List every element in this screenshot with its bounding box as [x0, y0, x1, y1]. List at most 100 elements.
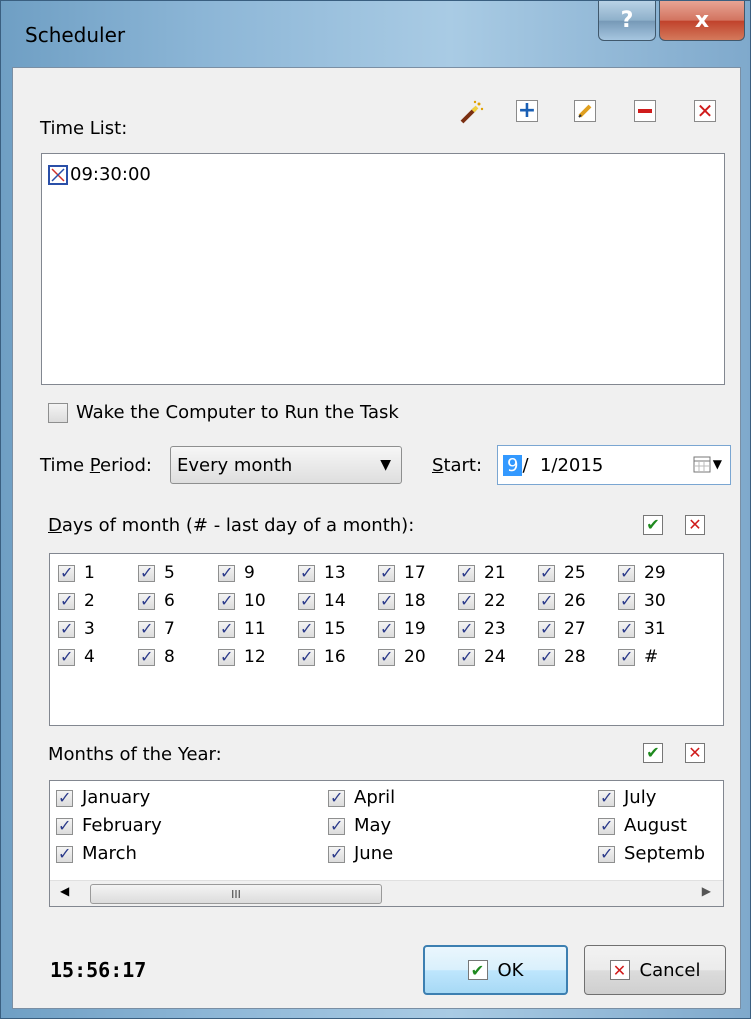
checkbox-icon[interactable]: [378, 562, 395, 584]
cancel-button[interactable]: ✕ Cancel: [584, 945, 726, 995]
scroll-left-icon[interactable]: ◀: [60, 884, 69, 898]
day-checkbox[interactable]: 29: [618, 562, 666, 584]
days-uncheck-all-button[interactable]: ✕: [685, 514, 705, 535]
month-checkbox[interactable]: May: [328, 815, 391, 837]
scroll-thumb[interactable]: III: [90, 884, 382, 904]
months-check-all-button[interactable]: ✔: [643, 742, 663, 763]
day-checkbox[interactable]: 20: [378, 646, 426, 668]
checkbox-icon[interactable]: [138, 646, 155, 668]
checkbox-icon[interactable]: [56, 843, 73, 865]
month-checkbox[interactable]: June: [328, 843, 393, 865]
day-checkbox[interactable]: 28: [538, 646, 586, 668]
day-checkbox[interactable]: 21: [458, 562, 506, 584]
checkbox-icon[interactable]: [298, 590, 315, 612]
day-checkbox[interactable]: 16: [298, 646, 346, 668]
day-checkbox[interactable]: 23: [458, 618, 506, 640]
add-icon[interactable]: +: [516, 100, 540, 124]
calendar-dropdown-icon[interactable]: ▼: [693, 455, 722, 473]
date-month-segment[interactable]: 9: [503, 454, 523, 476]
checkbox-icon[interactable]: [378, 590, 395, 612]
days-list[interactable]: 1234567891011121314151617181920212223242…: [49, 553, 724, 726]
day-checkbox[interactable]: 19: [378, 618, 426, 640]
ok-button[interactable]: ✔ OK: [423, 945, 568, 995]
day-checkbox[interactable]: 12: [218, 646, 266, 668]
month-checkbox[interactable]: Septemb: [598, 843, 705, 865]
time-period-select[interactable]: Every month ▼: [170, 446, 402, 484]
month-checkbox[interactable]: March: [56, 843, 137, 865]
checkbox-icon[interactable]: [138, 590, 155, 612]
checkbox-icon[interactable]: [328, 787, 345, 809]
remove-icon[interactable]: [634, 100, 658, 124]
checkbox-icon[interactable]: [58, 646, 75, 668]
checkbox-icon[interactable]: [218, 590, 235, 612]
checkbox-icon[interactable]: [218, 646, 235, 668]
wake-checkbox[interactable]: [48, 402, 68, 423]
wizard-icon[interactable]: [458, 100, 484, 124]
day-checkbox[interactable]: 1: [58, 562, 95, 584]
day-checkbox[interactable]: 30: [618, 590, 666, 612]
checkbox-icon[interactable]: [138, 618, 155, 640]
checkbox-icon[interactable]: [618, 562, 635, 584]
day-checkbox[interactable]: 17: [378, 562, 426, 584]
day-checkbox[interactable]: 10: [218, 590, 266, 612]
checkbox-icon[interactable]: [538, 590, 555, 612]
checkbox-icon[interactable]: [598, 815, 615, 837]
day-checkbox[interactable]: 8: [138, 646, 175, 668]
date-rest[interactable]: / 1/2015: [522, 455, 603, 476]
day-checkbox[interactable]: 26: [538, 590, 586, 612]
month-checkbox[interactable]: April: [328, 787, 395, 809]
horizontal-scrollbar[interactable]: ◀ III ▶: [50, 880, 723, 906]
delete-all-icon[interactable]: ✕: [694, 100, 718, 124]
checkbox-icon[interactable]: [58, 618, 75, 640]
days-check-all-button[interactable]: ✔: [643, 514, 663, 535]
day-checkbox[interactable]: 5: [138, 562, 175, 584]
month-checkbox[interactable]: January: [56, 787, 150, 809]
checkbox-icon[interactable]: [458, 618, 475, 640]
checkbox-icon[interactable]: [598, 843, 615, 865]
day-checkbox[interactable]: 18: [378, 590, 426, 612]
day-checkbox[interactable]: 11: [218, 618, 266, 640]
close-button[interactable]: x: [659, 1, 745, 41]
day-checkbox[interactable]: 2: [58, 590, 95, 612]
day-checkbox[interactable]: 24: [458, 646, 506, 668]
checkbox-icon[interactable]: [378, 618, 395, 640]
scroll-right-icon[interactable]: ▶: [702, 884, 711, 898]
checkbox-icon[interactable]: [328, 815, 345, 837]
checkbox-icon[interactable]: [538, 646, 555, 668]
checkbox-icon[interactable]: [56, 815, 73, 837]
month-checkbox[interactable]: August: [598, 815, 687, 837]
checkbox-icon[interactable]: [298, 646, 315, 668]
start-date-picker[interactable]: 9 / 1/2015 ▼: [497, 445, 731, 485]
day-checkbox[interactable]: 7: [138, 618, 175, 640]
wake-checkbox-row[interactable]: Wake the Computer to Run the Task: [48, 402, 399, 423]
checkbox-icon[interactable]: [58, 590, 75, 612]
day-checkbox[interactable]: 22: [458, 590, 506, 612]
checkbox-icon[interactable]: [138, 562, 155, 584]
checkbox-icon[interactable]: [618, 590, 635, 612]
day-checkbox[interactable]: 6: [138, 590, 175, 612]
checkbox-icon[interactable]: [378, 646, 395, 668]
day-checkbox[interactable]: 25: [538, 562, 586, 584]
month-checkbox[interactable]: February: [56, 815, 162, 837]
day-checkbox[interactable]: 3: [58, 618, 95, 640]
checkbox-icon[interactable]: [328, 843, 345, 865]
day-checkbox[interactable]: 27: [538, 618, 586, 640]
checkbox-icon[interactable]: [56, 787, 73, 809]
day-checkbox[interactable]: 9: [218, 562, 255, 584]
day-checkbox[interactable]: 14: [298, 590, 346, 612]
day-checkbox[interactable]: 15: [298, 618, 346, 640]
day-checkbox[interactable]: 4: [58, 646, 95, 668]
day-checkbox[interactable]: 13: [298, 562, 346, 584]
checkbox-icon[interactable]: [458, 646, 475, 668]
months-list[interactable]: ◀ III ▶ January February March April May June…: [49, 780, 724, 907]
month-checkbox[interactable]: July: [598, 787, 656, 809]
day-checkbox[interactable]: 31: [618, 618, 666, 640]
checkbox-icon[interactable]: [458, 590, 475, 612]
checkbox-icon[interactable]: [458, 562, 475, 584]
day-checkbox[interactable]: #: [618, 646, 658, 668]
time-list-box[interactable]: 09:30:00: [41, 153, 725, 385]
checkbox-icon[interactable]: [298, 618, 315, 640]
checkbox-icon[interactable]: [598, 787, 615, 809]
checkbox-icon[interactable]: [58, 562, 75, 584]
edit-icon[interactable]: [574, 100, 598, 124]
